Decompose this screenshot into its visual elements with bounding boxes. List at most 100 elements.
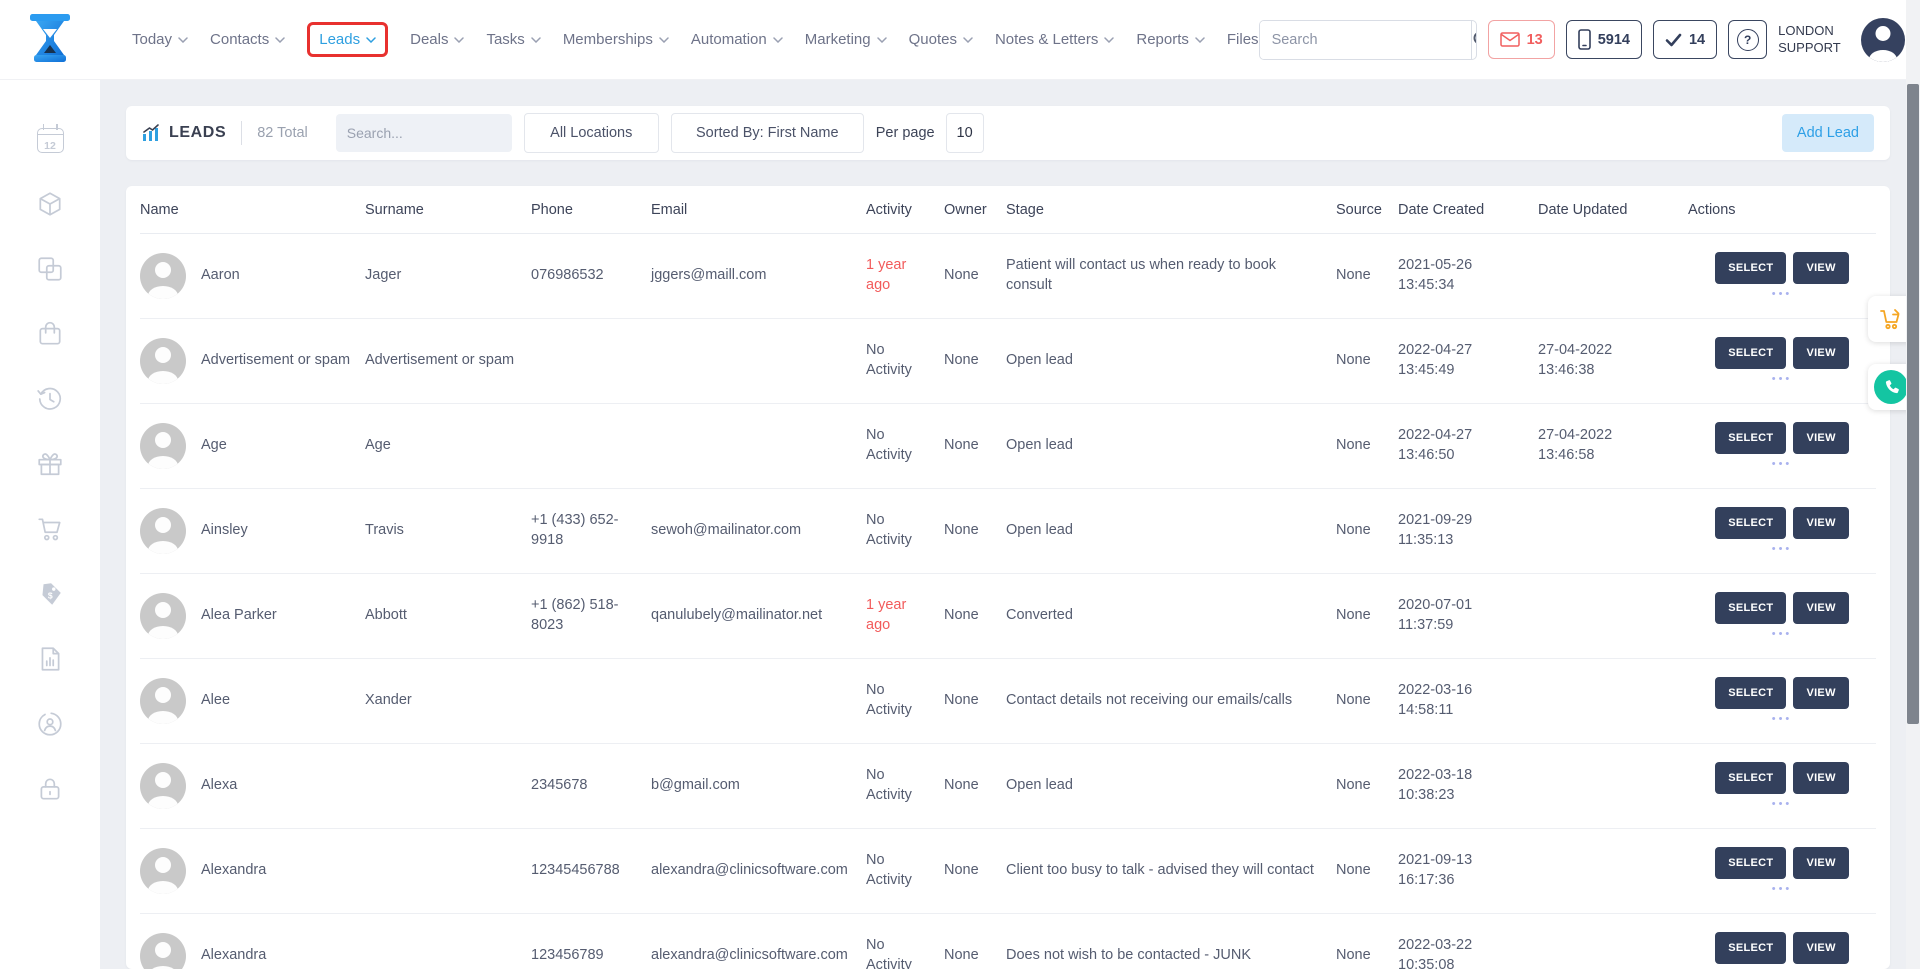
help-icon: ? [1737,29,1759,51]
sidebar-item-orders[interactable] [35,319,65,349]
view-button[interactable]: VIEW [1793,592,1848,624]
nav-item-files[interactable]: Files [1227,31,1259,48]
account-avatar[interactable] [1861,18,1905,62]
email-cell: alexandra@clinicsoftware.com [651,946,866,966]
messages-badge[interactable]: 13 [1488,20,1555,59]
global-search-input[interactable] [1260,21,1471,59]
email-cell: qanulubely@mailinator.net [651,606,866,626]
scrollbar-thumb[interactable] [1907,84,1919,724]
sidebar-item-calendar[interactable]: 12 [35,124,65,154]
table-row: Ainsley Travis +1 (433) 652-9918 sewoh@m… [140,489,1876,574]
owner-cell: None [944,776,1006,796]
nav-item-quotes[interactable]: Quotes [909,31,973,48]
source-cell: None [1336,776,1398,796]
stage-cell: Open lead [1006,436,1336,456]
more-actions-button[interactable]: ••• [1772,629,1793,640]
nav-item-today[interactable]: Today [132,31,188,48]
sidebar-item-security[interactable] [35,774,65,804]
date-created-cell: 2022-03-16 14:58:11 [1398,681,1538,720]
more-actions-button[interactable]: ••• [1772,714,1793,725]
select-button[interactable]: SELECT [1715,932,1786,964]
nav-item-automation[interactable]: Automation [691,31,783,48]
stage-cell: Contact details not receiving our emails… [1006,691,1336,711]
view-button[interactable]: VIEW [1793,252,1848,284]
nav-label: Deals [410,31,448,48]
date-updated-cell: 27-04-2022 13:46:58 [1538,426,1688,465]
source-cell: None [1336,606,1398,626]
report-document-icon [36,645,64,673]
nav-item-marketing[interactable]: Marketing [805,31,887,48]
owner-cell: None [944,946,1006,966]
add-lead-button[interactable]: Add Lead [1782,114,1874,152]
tasks-badge[interactable]: 14 [1653,20,1717,59]
leads-table: Name Surname Phone Email Activity Owner … [126,186,1890,969]
nav-item-memberships[interactable]: Memberships [563,31,669,48]
leads-search-input[interactable] [347,125,528,141]
nav-item-notes-letters[interactable]: Notes & Letters [995,31,1114,48]
select-button[interactable]: SELECT [1715,422,1786,454]
leads-toolbar: LEADS 82 Total All Locations Sorted By: … [126,106,1890,160]
select-button[interactable]: SELECT [1715,762,1786,794]
calls-badge[interactable]: 5914 [1566,20,1642,59]
view-button[interactable]: VIEW [1793,932,1848,964]
sort-filter[interactable]: Sorted By: First Name [671,113,864,153]
more-actions-button[interactable]: ••• [1772,289,1793,300]
actions-cell: SELECT VIEW ••• [1688,762,1876,810]
view-button[interactable]: VIEW [1793,337,1848,369]
nav-item-reports[interactable]: Reports [1136,31,1205,48]
lock-icon [36,775,64,803]
nav-item-tasks[interactable]: Tasks [486,31,540,48]
sidebar-item-products[interactable] [35,189,65,219]
lead-name: Alea Parker [201,606,277,626]
sidebar-item-duplicates[interactable] [35,254,65,284]
view-button[interactable]: VIEW [1793,677,1848,709]
nav-item-leads[interactable]: Leads [307,22,388,57]
select-button[interactable]: SELECT [1715,847,1786,879]
stage-cell: Open lead [1006,776,1336,796]
sidebar-item-gifts[interactable] [35,449,65,479]
column-header-phone: Phone [531,202,651,218]
select-button[interactable]: SELECT [1715,337,1786,369]
more-actions-button[interactable]: ••• [1772,799,1793,810]
search-button[interactable] [1471,21,1477,59]
select-button[interactable]: SELECT [1715,252,1786,284]
help-button[interactable]: ? [1728,20,1767,59]
sidebar-item-reports[interactable] [35,644,65,674]
app-logo[interactable] [0,13,100,67]
sidebar-item-pricing[interactable]: $ [35,579,65,609]
activity-cell: No Activity [866,511,944,550]
nav-item-contacts[interactable]: Contacts [210,31,285,48]
date-created-cell: 2022-03-22 10:35:08 [1398,936,1538,969]
actions-cell: SELECT VIEW ••• [1688,677,1876,725]
source-cell: None [1336,946,1398,966]
sidebar-item-cart[interactable] [35,514,65,544]
source-cell: None [1336,691,1398,711]
surname-cell: Travis [365,521,531,541]
location-filter[interactable]: All Locations [524,113,659,153]
sidebar-item-account[interactable] [35,709,65,739]
more-actions-button[interactable]: ••• [1772,544,1793,555]
view-button[interactable]: VIEW [1793,507,1848,539]
bar-chart-icon [142,124,160,142]
owner-cell: None [944,351,1006,371]
chevron-down-icon [659,37,669,43]
view-button[interactable]: VIEW [1793,762,1848,794]
nav-label: Quotes [909,31,957,48]
more-actions-button[interactable]: ••• [1772,884,1793,895]
date-created-cell: 2022-04-27 13:45:49 [1398,341,1538,380]
envelope-icon [1500,32,1520,47]
view-button[interactable]: VIEW [1793,847,1848,879]
more-actions-button[interactable]: ••• [1772,374,1793,385]
email-cell: jggers@maill.com [651,266,866,286]
nav-label: Today [132,31,172,48]
per-page-input[interactable] [946,113,984,153]
more-actions-button[interactable]: ••• [1772,459,1793,470]
lead-name: Alexandra [201,861,266,881]
sidebar-item-history[interactable] [35,384,65,414]
view-button[interactable]: VIEW [1793,422,1848,454]
select-button[interactable]: SELECT [1715,677,1786,709]
table-row: Alea Parker Abbott +1 (862) 518-8023 qan… [140,574,1876,659]
select-button[interactable]: SELECT [1715,592,1786,624]
select-button[interactable]: SELECT [1715,507,1786,539]
nav-item-deals[interactable]: Deals [410,31,464,48]
